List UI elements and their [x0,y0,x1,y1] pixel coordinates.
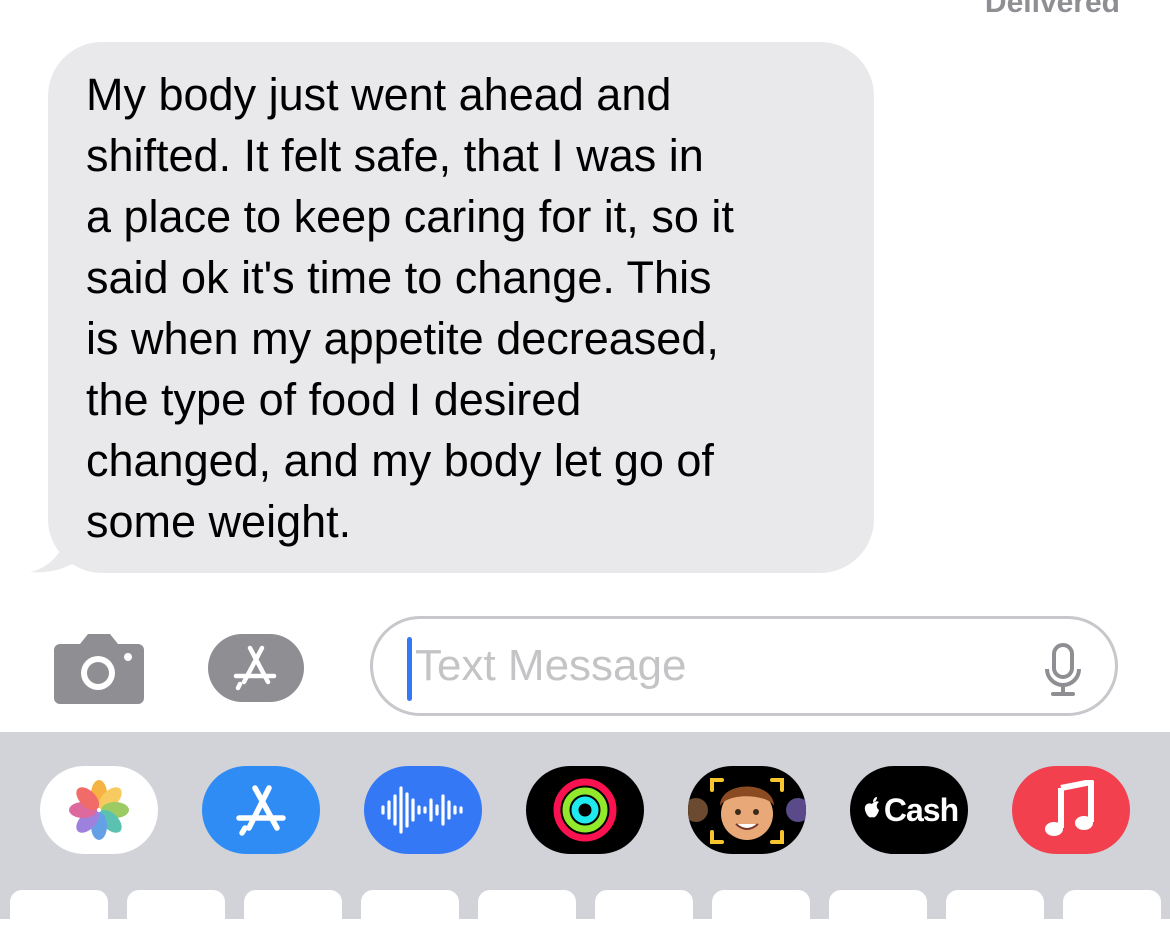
apple-cash-app-button[interactable]: Cash [850,766,968,854]
microphone-icon[interactable] [1041,643,1085,697]
keyboard-key[interactable] [10,890,108,930]
keyboard-key[interactable] [1063,890,1161,930]
message-text: My body just went ahead and shifted. It … [86,69,734,547]
keyboard-key[interactable] [127,890,225,930]
audio-message-app-button[interactable] [364,766,482,854]
audio-waveform-icon [381,786,463,834]
keyboard-key[interactable] [946,890,1044,930]
camera-button[interactable] [54,632,144,704]
photos-icon [69,780,129,840]
keyboard-key[interactable] [829,890,927,930]
keyboard-key[interactable] [244,890,342,930]
keyboard-key[interactable] [478,890,576,930]
message-input-placeholder: Text Message [415,641,687,690]
text-cursor [407,637,412,701]
app-store-icon [208,634,304,702]
memoji-icon [688,778,806,844]
activity-rings-icon [553,778,617,842]
photos-app-button[interactable] [40,766,158,854]
app-store-icon [236,785,286,836]
app-tray: Cash [0,732,1170,930]
keyboard-key[interactable] [712,890,810,930]
fitness-app-button[interactable] [526,766,644,854]
app-store-app-button[interactable] [202,766,320,854]
message-input[interactable]: Text Message [370,616,1118,716]
delivered-status: Delivered [984,0,1120,19]
camera-icon [54,634,144,704]
memoji-app-button[interactable] [688,766,806,854]
keyboard-key[interactable] [595,890,693,930]
music-app-button[interactable] [1012,766,1130,854]
apple-cash-label: Cash [883,791,959,828]
app-drawer-button[interactable] [208,632,320,704]
bubble-tail [30,520,90,573]
apple-cash-icon [864,797,879,818]
keyboard-key[interactable] [361,890,459,930]
music-note-icon [1045,780,1094,836]
